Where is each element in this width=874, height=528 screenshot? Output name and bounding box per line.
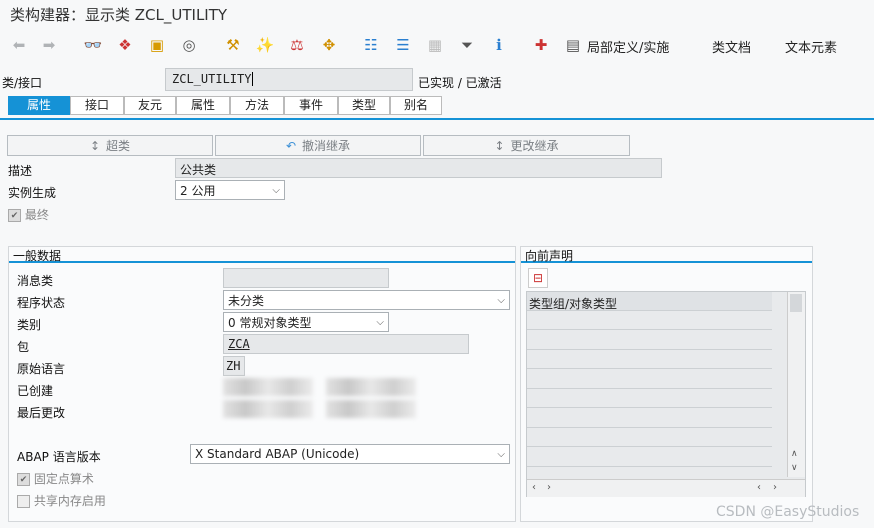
original-language-label: 原始语言 [17, 362, 66, 376]
scroll-right-icon[interactable]: › [773, 482, 777, 493]
forward-declarations-title: 向前声明 [521, 247, 812, 263]
table-header: 类型组/对象类型 [527, 292, 772, 311]
abap-version-dropdown[interactable]: X Standard ABAP (Unicode) ⌵ [190, 444, 510, 464]
fixed-point-checkbox[interactable]: ✔ 固定点算术 [17, 470, 94, 487]
scroll-left-icon[interactable]: ‹ [757, 482, 761, 493]
chevron-down-icon: ⌵ [497, 294, 505, 306]
abap-version-label: ABAP 语言版本 [17, 450, 101, 464]
tab-friends[interactable]: 友元 [124, 96, 176, 115]
program-status-dropdown[interactable]: 未分类 ⌵ [223, 290, 510, 310]
general-data-title: 一般数据 [9, 247, 515, 263]
table-icon[interactable]: ▦ [424, 34, 446, 56]
checkbox-unchecked-icon [17, 495, 30, 508]
inherit-icon: ↕ [89, 138, 101, 153]
table-row[interactable] [527, 311, 772, 330]
text-elements-button[interactable]: 文本元素 [785, 37, 837, 56]
undo-inheritance-button[interactable]: ↶ 撤消继承 [215, 135, 421, 156]
tab-properties[interactable]: 属性 [8, 96, 70, 115]
table-row[interactable] [527, 428, 772, 447]
final-checkbox[interactable]: ✔ 最终 [8, 206, 49, 223]
hierarchy-icon[interactable]: ☷ [360, 34, 382, 56]
last-changed-label: 最后更改 [17, 406, 66, 420]
table-body: 类型组/对象类型 [527, 292, 772, 486]
check-objects-icon[interactable]: ❖ [114, 34, 136, 56]
scroll-up-icon[interactable]: ∧ [791, 449, 798, 459]
table-row[interactable] [527, 447, 772, 467]
object-list-icon[interactable]: ⚒ [222, 34, 244, 56]
class-interface-label: 类/接口 [2, 76, 43, 90]
tab-types[interactable]: 类型 [338, 96, 390, 115]
filter-icon[interactable]: ⏷ [456, 34, 478, 56]
settings-icon[interactable]: ✚ [530, 34, 552, 56]
message-class-label: 消息类 [17, 274, 54, 288]
class-name-value: ZCL_UTILITY [172, 72, 252, 86]
table-row[interactable] [527, 369, 772, 389]
navigation-icon[interactable]: ✥ [318, 34, 340, 56]
scroll-right-icon[interactable]: › [547, 482, 551, 493]
tab-methods[interactable]: 方法 [230, 96, 284, 115]
chevron-down-icon: ⌵ [272, 184, 280, 196]
class-name-field[interactable]: ZCL_UTILITY [165, 68, 413, 91]
where-used-icon[interactable]: ◎ [178, 34, 200, 56]
original-language-field[interactable]: ZH [223, 356, 245, 376]
undo-icon: ↶ [285, 138, 297, 153]
table-row[interactable] [527, 389, 772, 408]
column-header: 类型组/对象类型 [529, 297, 618, 311]
delete-row-icon[interactable]: ⊟ [528, 268, 548, 288]
created-label: 已创建 [17, 384, 54, 398]
sort-icon[interactable]: ☰ [392, 34, 414, 56]
tab-attributes[interactable]: 属性 [176, 96, 230, 115]
toolbar: ⬅ ➡ 👓 ❖ ▣ ◎ ⚒ ✨ ⚖ ✥ ☷ ☰ ▦ ⏷ ℹ ✚ ▤ 局部定义/实… [0, 30, 874, 62]
magic-wand-icon[interactable]: ✨ [254, 34, 276, 56]
checkbox-checked-icon: ✔ [8, 209, 21, 222]
shared-memory-checkbox[interactable]: 共享内存启用 [17, 492, 106, 509]
watermark: CSDN @EasyStudios [716, 504, 860, 520]
table-row[interactable] [527, 330, 772, 350]
description-field[interactable]: 公共类 [175, 158, 662, 178]
instantiation-dropdown[interactable]: 2 公用 ⌵ [175, 180, 285, 200]
description-label: 描述 [8, 164, 33, 178]
package-label: 包 [17, 340, 30, 354]
package-field[interactable]: ZCA [223, 334, 469, 354]
back-arrow-icon[interactable]: ⬅ [8, 34, 30, 56]
program-status-label: 程序状态 [17, 296, 66, 310]
category-label: 类别 [17, 318, 42, 332]
info-icon[interactable]: ℹ [488, 34, 510, 56]
message-class-field[interactable] [223, 268, 389, 288]
class-documentation-button[interactable]: 类文档 [712, 37, 751, 56]
chevron-down-icon: ⌵ [497, 448, 505, 460]
superclass-button[interactable]: ↕ 超类 [7, 135, 213, 156]
scroll-down-icon[interactable]: ∨ [791, 463, 798, 473]
tab-events[interactable]: 事件 [284, 96, 338, 115]
activate-icon[interactable]: ▣ [146, 34, 168, 56]
vertical-scrollbar[interactable]: ∧ ∨ [787, 292, 805, 477]
window-title: 类构建器：显示类 ZCL_UTILITY [10, 6, 228, 24]
change-inheritance-button[interactable]: ↕ 更改继承 [423, 135, 630, 156]
created-by-redacted [223, 378, 313, 396]
tab-interfaces[interactable]: 接口 [70, 96, 124, 115]
inherit-icon: ↕ [494, 138, 505, 153]
local-definitions-button[interactable]: 局部定义/实施 [587, 37, 669, 56]
scrollbar-thumb[interactable] [790, 294, 802, 312]
activation-status: 已实现 / 已激活 [418, 76, 502, 90]
checkbox-checked-icon: ✔ [17, 473, 30, 486]
table-row[interactable] [527, 408, 772, 428]
tool-icon[interactable]: ⚖ [286, 34, 308, 56]
glasses-icon[interactable]: 👓 [82, 34, 104, 56]
created-date-redacted [326, 378, 416, 396]
horizontal-scrollbar[interactable]: ‹ › ‹ › [527, 479, 805, 497]
forward-arrow-icon[interactable]: ➡ [38, 34, 60, 56]
tab-divider [0, 118, 874, 120]
changed-by-redacted [223, 400, 313, 418]
chevron-down-icon: ⌵ [376, 316, 384, 328]
changed-date-redacted [326, 400, 416, 418]
table-row[interactable] [527, 350, 772, 369]
instantiation-label: 实例生成 [8, 186, 57, 200]
forward-declarations-table: 类型组/对象类型 ∧ ∨ ‹ › ‹ › [526, 291, 806, 497]
category-dropdown[interactable]: 0 常规对象类型 ⌵ [223, 312, 389, 332]
scroll-left-icon[interactable]: ‹ [532, 482, 536, 493]
tab-aliases[interactable]: 别名 [390, 96, 442, 115]
local-definitions-icon[interactable]: ▤ [562, 34, 584, 56]
